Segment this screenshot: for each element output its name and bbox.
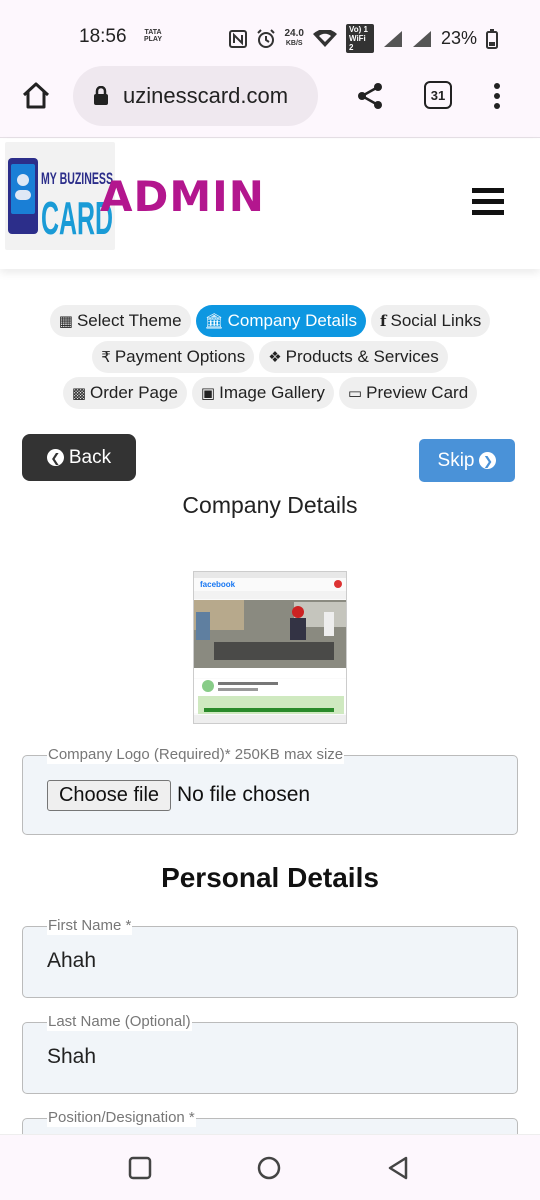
skip-button[interactable]: Skip ❯ bbox=[419, 439, 515, 482]
step-label: Preview Card bbox=[366, 383, 469, 402]
speed-value: 24.0 bbox=[284, 27, 304, 39]
url-text: uzinesscard.com bbox=[123, 83, 289, 108]
company-details-title: Company Details bbox=[182, 492, 358, 518]
step-products-services[interactable]: ❖ Products & Services bbox=[259, 341, 448, 373]
share-icon[interactable] bbox=[356, 82, 384, 110]
laptop-icon: ▭ bbox=[347, 385, 363, 402]
status-icons: 24.0 KB/S Vo) 1 WiFi 2 23% bbox=[228, 24, 498, 53]
step-label: Select Theme bbox=[76, 311, 182, 330]
admin-label: ADMIN bbox=[100, 172, 265, 221]
more-options-icon[interactable] bbox=[493, 82, 501, 110]
nfc-icon bbox=[228, 29, 247, 48]
step-select-theme[interactable]: ▦ Select Theme bbox=[49, 305, 191, 337]
chevron-left-icon: ❮ bbox=[46, 449, 64, 466]
step-image-gallery[interactable]: ▣ Image Gallery bbox=[191, 377, 334, 409]
rupee-icon: ₹ bbox=[101, 349, 111, 366]
status-bar: 18:56 TATA PLAY 24.0 KB/S Vo) 1 WiFi 2 2… bbox=[0, 0, 540, 62]
step-navigation: ▦ Select Theme 🏛 Company Details f Social L… bbox=[0, 305, 540, 413]
company-logo-preview: facebook bbox=[193, 571, 347, 724]
company-logo-field: Company Logo (Required)* 250KB max size … bbox=[22, 746, 518, 835]
system-nav-bar bbox=[0, 1134, 540, 1200]
step-label: Payment Options bbox=[114, 347, 246, 366]
choose-file-button[interactable]: Choose file bbox=[47, 780, 171, 811]
first-name-field[interactable]: First Name * Ahah bbox=[22, 917, 518, 998]
volte-icon: Vo) 1 WiFi 2 bbox=[345, 24, 374, 53]
step-label: Order Page bbox=[90, 383, 178, 402]
step-label: Products & Services bbox=[285, 347, 439, 366]
facebook-icon: f bbox=[380, 312, 387, 330]
hamburger-menu-icon[interactable] bbox=[472, 188, 504, 218]
back-label: Back bbox=[68, 446, 112, 468]
site-logo[interactable]: MY BUZINESS CARD bbox=[5, 142, 115, 250]
tab-switcher-button[interactable]: 31 bbox=[424, 81, 452, 109]
recents-icon[interactable] bbox=[128, 1156, 152, 1180]
first-name-label: First Name * bbox=[47, 917, 133, 935]
wifi-icon bbox=[312, 29, 337, 47]
step-label: Social Links bbox=[390, 311, 482, 330]
signal-icon-2 bbox=[412, 30, 431, 47]
chevron-right-icon: ❯ bbox=[479, 452, 497, 469]
home-nav-icon[interactable] bbox=[257, 1156, 281, 1180]
step-social-links[interactable]: f Social Links bbox=[371, 305, 491, 337]
image-icon: ▣ bbox=[200, 385, 216, 402]
battery-icon bbox=[486, 28, 498, 49]
home-icon[interactable] bbox=[20, 80, 52, 112]
skip-label: Skip bbox=[437, 449, 475, 471]
last-name-label: Last Name (Optional) bbox=[47, 1013, 192, 1031]
step-label: Company Details bbox=[227, 311, 358, 330]
step-label: Image Gallery bbox=[219, 383, 325, 402]
browser-toolbar: uzinesscard.com 31 bbox=[0, 62, 540, 138]
carrier-badge: TATA PLAY bbox=[143, 29, 163, 43]
lock-icon bbox=[94, 86, 108, 105]
no-file-text: No file chosen bbox=[177, 783, 311, 806]
first-name-value: Ahah bbox=[47, 949, 97, 972]
map-icon: ▦ bbox=[58, 313, 73, 330]
archive-icon: ▩ bbox=[71, 385, 87, 402]
site-header: MY BUZINESS CARD ADMIN bbox=[0, 139, 540, 269]
step-company-details[interactable]: 🏛 Company Details bbox=[195, 305, 367, 337]
back-button[interactable]: ❮ Back bbox=[22, 434, 136, 481]
bank-icon: 🏛 bbox=[204, 313, 224, 330]
step-payment-options[interactable]: ₹ Payment Options bbox=[92, 341, 255, 373]
battery-percent: 23% bbox=[440, 28, 477, 48]
network-speed: 24.0 KB/S bbox=[284, 27, 304, 49]
status-time: 18:56 bbox=[79, 26, 127, 47]
alarm-icon bbox=[256, 28, 275, 48]
last-name-value: Shah bbox=[47, 1045, 97, 1068]
step-preview-card[interactable]: ▭ Preview Card bbox=[338, 377, 478, 409]
back-nav-icon[interactable] bbox=[386, 1156, 410, 1180]
speed-unit: KB/S bbox=[285, 39, 303, 47]
step-order-page[interactable]: ▩ Order Page bbox=[62, 377, 187, 409]
preview-brand: facebook bbox=[200, 580, 236, 589]
signal-icon bbox=[383, 30, 402, 47]
last-name-field[interactable]: Last Name (Optional) Shah bbox=[22, 1013, 518, 1094]
company-logo-label: Company Logo (Required)* 250KB max size bbox=[47, 746, 345, 764]
address-bar[interactable]: uzinesscard.com bbox=[73, 66, 318, 126]
personal-details-title: Personal Details bbox=[161, 862, 379, 893]
position-label: Position/Designation * bbox=[47, 1109, 196, 1127]
ticket-icon: ❖ bbox=[268, 349, 282, 366]
